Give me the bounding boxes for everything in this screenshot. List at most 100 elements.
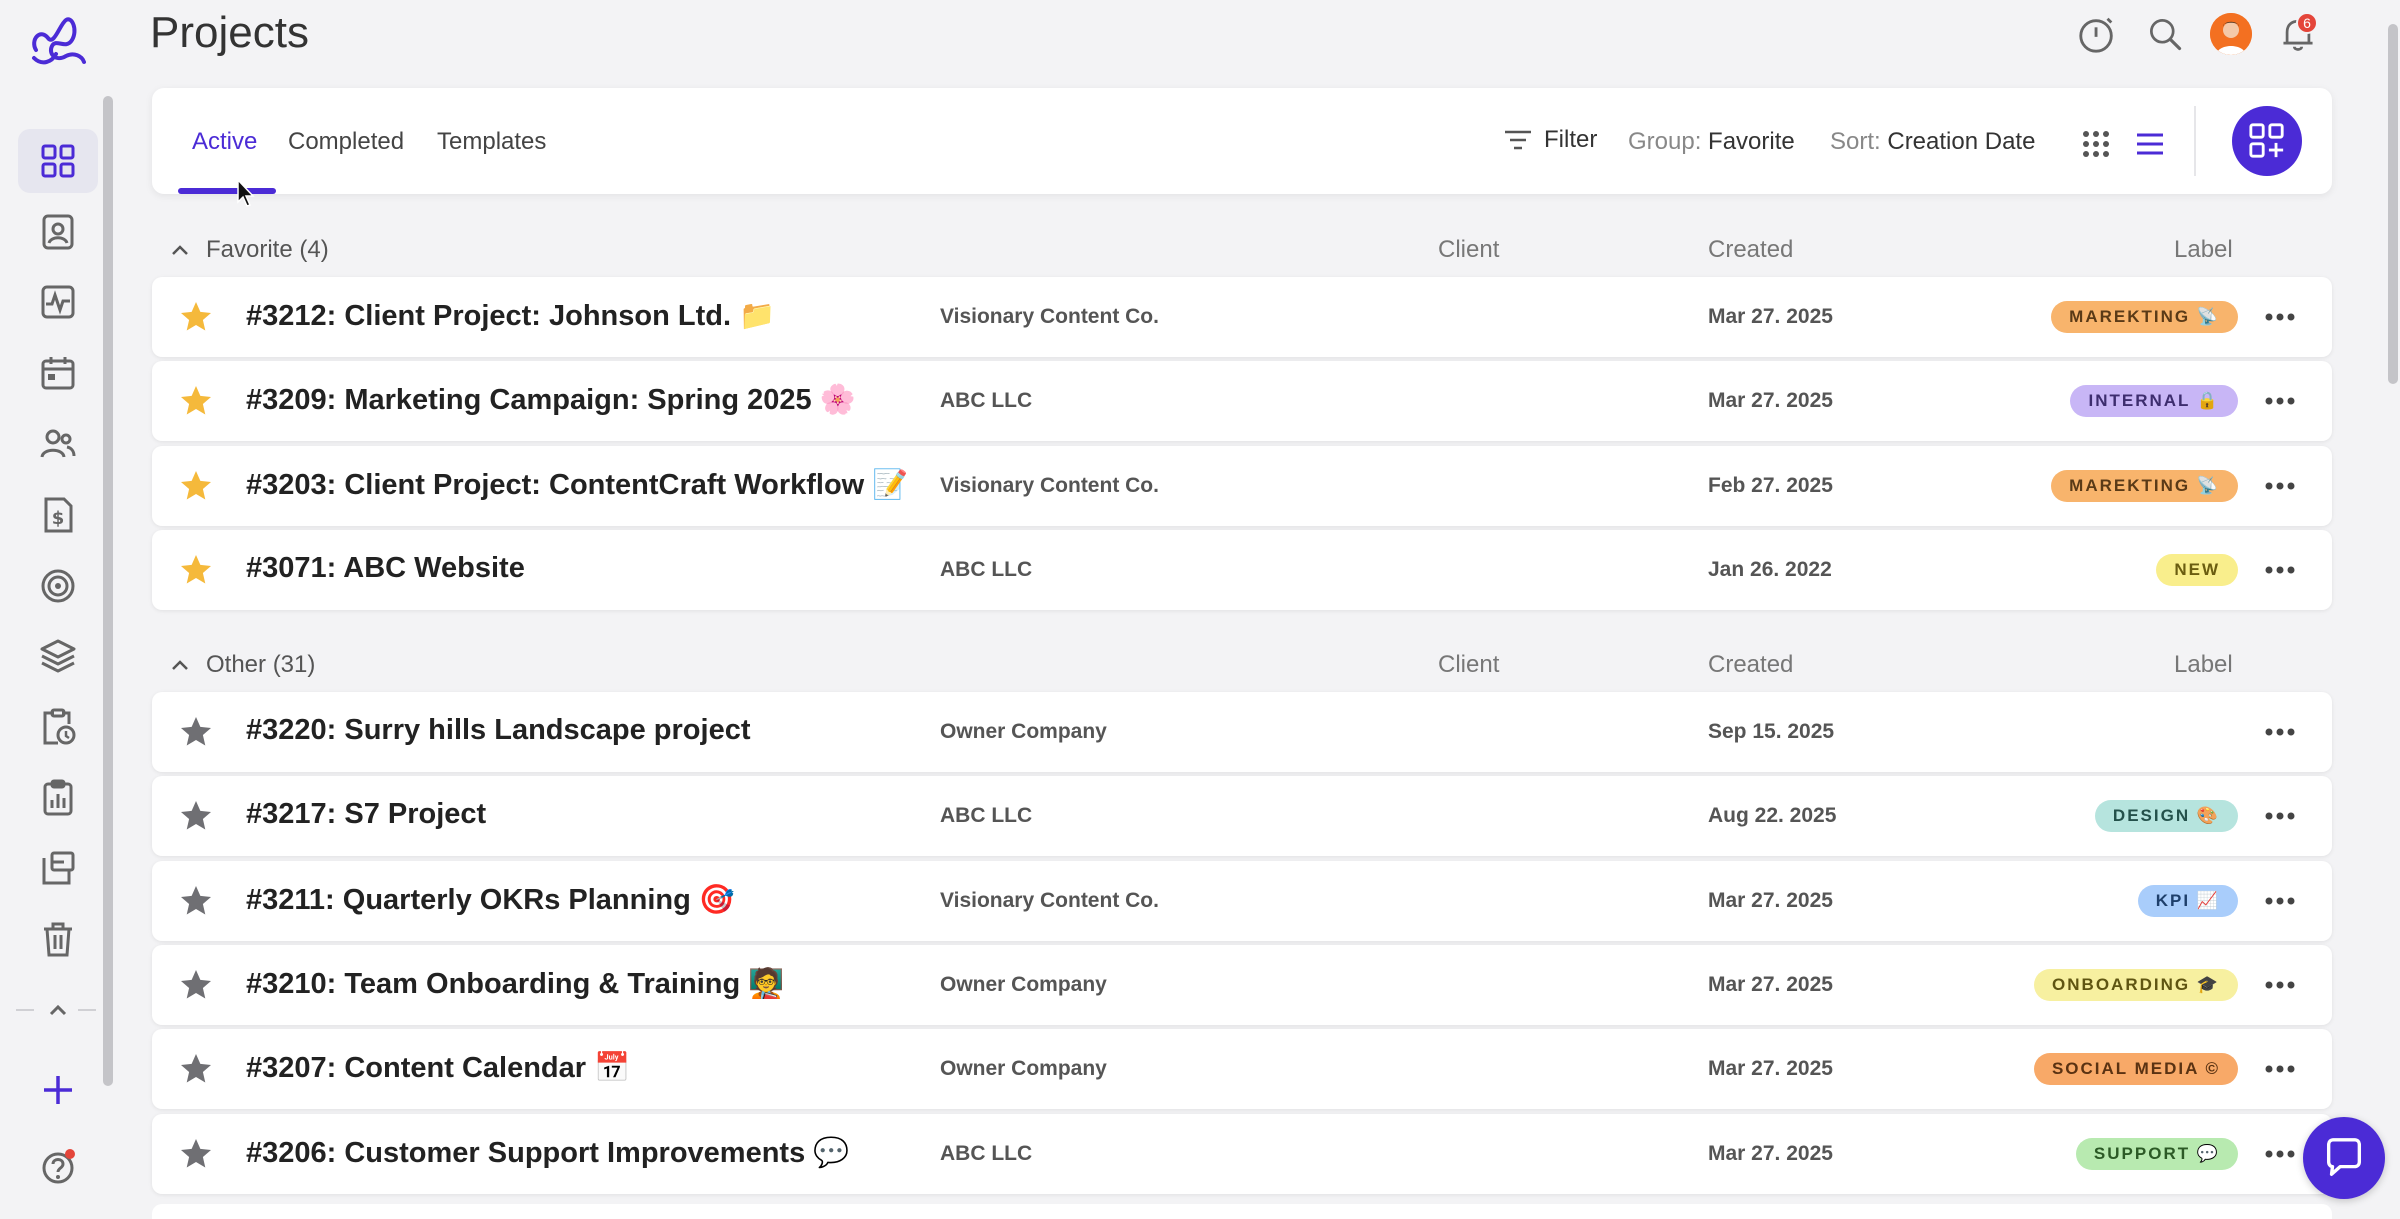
sidebar-collapse-toggle[interactable] bbox=[18, 980, 98, 1040]
star-favorite-icon[interactable] bbox=[178, 299, 214, 335]
row-more-button[interactable] bbox=[2264, 971, 2296, 999]
project-row[interactable]: #3220: Surry hills Landscape project Owne… bbox=[152, 692, 2332, 772]
column-header-client: Client bbox=[1438, 651, 1500, 678]
project-row[interactable]: #3211: Quarterly OKRs Planning 🎯 Visionar… bbox=[152, 860, 2332, 941]
filter-button[interactable]: Filter bbox=[1502, 124, 1597, 156]
project-row[interactable]: #3212: Client Project: Johnson Ltd. 📁 Vis… bbox=[152, 277, 2332, 357]
more-dots-icon bbox=[2265, 981, 2295, 989]
project-row[interactable]: #3206: Customer Support Improvements 💬 AB… bbox=[152, 1113, 2332, 1194]
star-favorite-icon[interactable] bbox=[178, 798, 214, 834]
project-row[interactable]: #3209: Marketing Campaign: Spring 2025 🌸… bbox=[152, 361, 2332, 442]
calendar-icon bbox=[41, 357, 75, 390]
dashboard-grid-icon bbox=[41, 144, 75, 178]
project-title[interactable]: #3212: Client Project: Johnson Ltd. 📁 bbox=[246, 299, 775, 333]
star-favorite-icon[interactable] bbox=[178, 1136, 214, 1172]
list-view-button[interactable] bbox=[2130, 124, 2170, 164]
project-title[interactable]: #3206: Customer Support Improvements 💬 bbox=[246, 1136, 849, 1170]
sidebar: $ bbox=[0, 0, 116, 1219]
project-created-date: Mar 27. 2025 bbox=[1708, 305, 1833, 328]
sidebar-item-dashboard[interactable] bbox=[18, 129, 98, 193]
star-favorite-icon[interactable] bbox=[178, 714, 214, 750]
sidebar-item-calendar[interactable] bbox=[18, 341, 98, 405]
sidebar-scrollbar[interactable] bbox=[103, 96, 113, 1086]
row-more-button[interactable] bbox=[2264, 887, 2296, 915]
list-icon bbox=[2137, 133, 2163, 155]
sidebar-help-button[interactable] bbox=[18, 1134, 98, 1198]
contacts-icon bbox=[42, 214, 74, 250]
notification-count-badge: 6 bbox=[2296, 12, 2318, 34]
sidebar-item-layers[interactable] bbox=[18, 624, 98, 688]
tab-completed[interactable]: Completed bbox=[288, 128, 404, 156]
group-header-favorite[interactable]: Favorite (4) Client Created Label bbox=[152, 230, 2332, 270]
star-favorite-icon[interactable] bbox=[178, 1051, 214, 1087]
chevron-up-icon bbox=[172, 660, 188, 670]
star-favorite-icon[interactable] bbox=[178, 383, 214, 419]
group-selector[interactable]: Group: Favorite bbox=[1628, 128, 1795, 156]
main-scrollbar[interactable] bbox=[2388, 24, 2398, 384]
project-row[interactable]: #3207: Content Calendar 📅 Owner Company Ma… bbox=[152, 1029, 2332, 1110]
group-title: Other (31) bbox=[206, 651, 316, 678]
more-dots-icon bbox=[2265, 897, 2295, 905]
project-title[interactable]: #3217: S7 Project bbox=[246, 798, 486, 831]
add-project-button[interactable] bbox=[2232, 106, 2302, 176]
project-label-badge: ONBOARDING 🎓 bbox=[2034, 968, 2238, 1001]
project-row[interactable]: #3217: S7 Project ABC LLC Aug 22. 2025 DESI… bbox=[152, 776, 2332, 857]
project-label-badge: DESIGN 🎨 bbox=[2094, 800, 2238, 833]
row-more-button[interactable] bbox=[2264, 303, 2296, 331]
page-title: Projects bbox=[150, 8, 309, 57]
chevron-up-icon bbox=[172, 245, 188, 255]
sidebar-item-goals[interactable] bbox=[18, 554, 98, 618]
sidebar-item-team[interactable] bbox=[18, 412, 98, 476]
star-favorite-icon[interactable] bbox=[178, 883, 214, 919]
row-more-button[interactable] bbox=[2264, 472, 2296, 500]
project-title[interactable]: #3211: Quarterly OKRs Planning 🎯 bbox=[246, 883, 735, 917]
sidebar-item-activity[interactable] bbox=[18, 270, 98, 334]
row-more-button[interactable] bbox=[2264, 718, 2296, 746]
more-dots-icon bbox=[2265, 566, 2295, 574]
row-more-button[interactable] bbox=[2264, 1055, 2296, 1083]
group-header-other[interactable]: Other (31) Client Created Label bbox=[152, 645, 2332, 685]
project-created-date: Sep 15. 2025 bbox=[1708, 720, 1835, 743]
project-client: ABC LLC bbox=[940, 389, 1033, 413]
chat-support-button[interactable] bbox=[2303, 1117, 2385, 1199]
sidebar-item-timesheet[interactable] bbox=[18, 695, 98, 759]
project-title[interactable]: #3207: Content Calendar 📅 bbox=[246, 1051, 630, 1085]
avatar[interactable] bbox=[2210, 13, 2252, 55]
sidebar-add-button[interactable] bbox=[18, 1058, 98, 1122]
project-title[interactable]: #3220: Surry hills Landscape project bbox=[246, 714, 750, 747]
row-more-button[interactable] bbox=[2264, 387, 2296, 415]
star-favorite-icon[interactable] bbox=[178, 967, 214, 1003]
star-favorite-icon[interactable] bbox=[178, 552, 214, 588]
row-more-button[interactable] bbox=[2264, 1140, 2296, 1168]
column-header-created: Created bbox=[1708, 651, 1794, 678]
sidebar-item-reports[interactable] bbox=[18, 766, 98, 830]
project-label-badge: SUPPORT 💬 bbox=[2075, 1137, 2238, 1170]
project-title[interactable]: #3209: Marketing Campaign: Spring 2025 🌸 bbox=[246, 383, 856, 417]
column-header-client: Client bbox=[1438, 236, 1500, 263]
project-title[interactable]: #3210: Team Onboarding & Training 🧑‍🏫 bbox=[246, 967, 784, 1001]
sidebar-item-trash[interactable] bbox=[18, 907, 98, 971]
group-value: Favorite bbox=[1708, 128, 1795, 155]
sidebar-item-boards[interactable] bbox=[18, 836, 98, 900]
star-favorite-icon[interactable] bbox=[178, 468, 214, 504]
project-client: Visionary Content Co. bbox=[940, 473, 1159, 497]
tab-active[interactable]: Active bbox=[192, 128, 257, 156]
project-row[interactable]: #3210: Team Onboarding & Training 🧑‍🏫 Own… bbox=[152, 944, 2332, 1025]
column-header-created: Created bbox=[1708, 236, 1794, 263]
app-logo[interactable] bbox=[26, 10, 90, 70]
sidebar-item-invoices[interactable]: $ bbox=[18, 483, 98, 547]
trash-icon bbox=[44, 922, 72, 957]
row-more-button[interactable] bbox=[2264, 802, 2296, 830]
timer-button[interactable] bbox=[2075, 12, 2119, 56]
project-row[interactable]: #3203: Client Project: ContentCraft Work… bbox=[152, 445, 2332, 526]
sort-selector[interactable]: Sort: Creation Date bbox=[1830, 128, 2035, 156]
sidebar-item-contacts[interactable] bbox=[18, 200, 98, 264]
tab-templates[interactable]: Templates bbox=[437, 128, 546, 156]
search-button[interactable] bbox=[2143, 12, 2187, 56]
grid-view-button[interactable] bbox=[2076, 124, 2116, 164]
help-icon bbox=[42, 1149, 75, 1184]
project-row[interactable]: #3071: ABC Website ABC LLC Jan 26. 2022 NEW bbox=[152, 529, 2332, 610]
project-title[interactable]: #3203: Client Project: ContentCraft Work… bbox=[246, 468, 908, 502]
row-more-button[interactable] bbox=[2264, 556, 2296, 584]
project-title[interactable]: #3071: ABC Website bbox=[246, 552, 525, 585]
